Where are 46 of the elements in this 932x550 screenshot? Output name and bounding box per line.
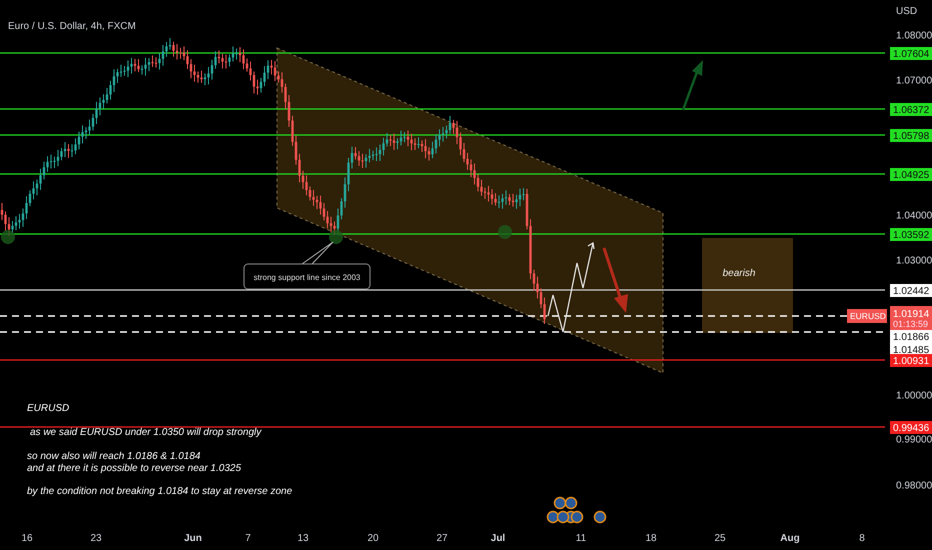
price-tag: 1.02442: [890, 284, 932, 297]
time-tick: 27: [436, 533, 448, 544]
symbol-tag: EURUSD: [847, 309, 887, 323]
circle-marker: [1, 230, 15, 244]
time-tick: 16: [21, 533, 33, 544]
note-text: by the condition not breaking 1.0184 to stay at reverse zone: [27, 486, 292, 497]
price-tick: 0.98000: [896, 480, 932, 492]
price-tag: 1.03592: [890, 228, 932, 241]
time-tick: 13: [297, 533, 309, 544]
price-tag: 1.01866: [890, 330, 932, 343]
price-tick: 1.08000: [896, 30, 932, 42]
circle-marker: [498, 225, 512, 239]
price-tick: 1.03000: [896, 256, 932, 266]
time-tick: 7: [245, 533, 251, 544]
price-tick: 1.07000: [896, 76, 932, 86]
price-tag: 1.06372: [890, 103, 932, 116]
price-tick: 1.04000: [896, 210, 932, 222]
time-tick: 20: [367, 533, 379, 544]
down-arrow-icon: [602, 248, 628, 313]
price-tick: 1.00000: [896, 390, 932, 402]
time-tick: Jun: [184, 533, 202, 544]
price-tag: 0.99436: [890, 421, 932, 434]
price-tag: 1.04925: [890, 168, 932, 181]
note-text: and at there it is possible to reverse near 1.0325: [27, 463, 242, 474]
time-tick: Aug: [780, 533, 800, 544]
time-tick: 8: [859, 533, 865, 544]
time-tick: 11: [576, 533, 586, 544]
time-tick: 18: [645, 533, 657, 544]
currency-label: USD: [896, 6, 918, 17]
price-tag: 1.05798: [890, 129, 932, 142]
current-price-tag: 1.01914 01:13:59: [890, 306, 932, 330]
up-arrow-icon: [682, 60, 703, 110]
time-tick: Jul: [490, 533, 506, 544]
note-text: as we said EURUSD under 1.0350 will drop strongly: [30, 427, 262, 438]
price-tag: 1.07604: [890, 47, 932, 60]
chart-title: Euro / U.S. Dollar, 4h, FXCM: [8, 21, 136, 32]
circle-marker: [329, 230, 343, 244]
price-tag: 1.00931: [890, 354, 932, 367]
time-tick: 25: [714, 533, 726, 544]
zone-label: bearish: [722, 268, 756, 279]
economic-events-drawing: [546, 496, 606, 524]
note-text: so now also will reach 1.0186 & 1.0184: [27, 451, 200, 462]
support-line-callout: strong support line since 2003: [244, 242, 370, 290]
price-tick: 0.99000: [896, 434, 932, 446]
time-tick: 23: [90, 533, 102, 544]
note-text: EURUSD: [27, 403, 70, 414]
